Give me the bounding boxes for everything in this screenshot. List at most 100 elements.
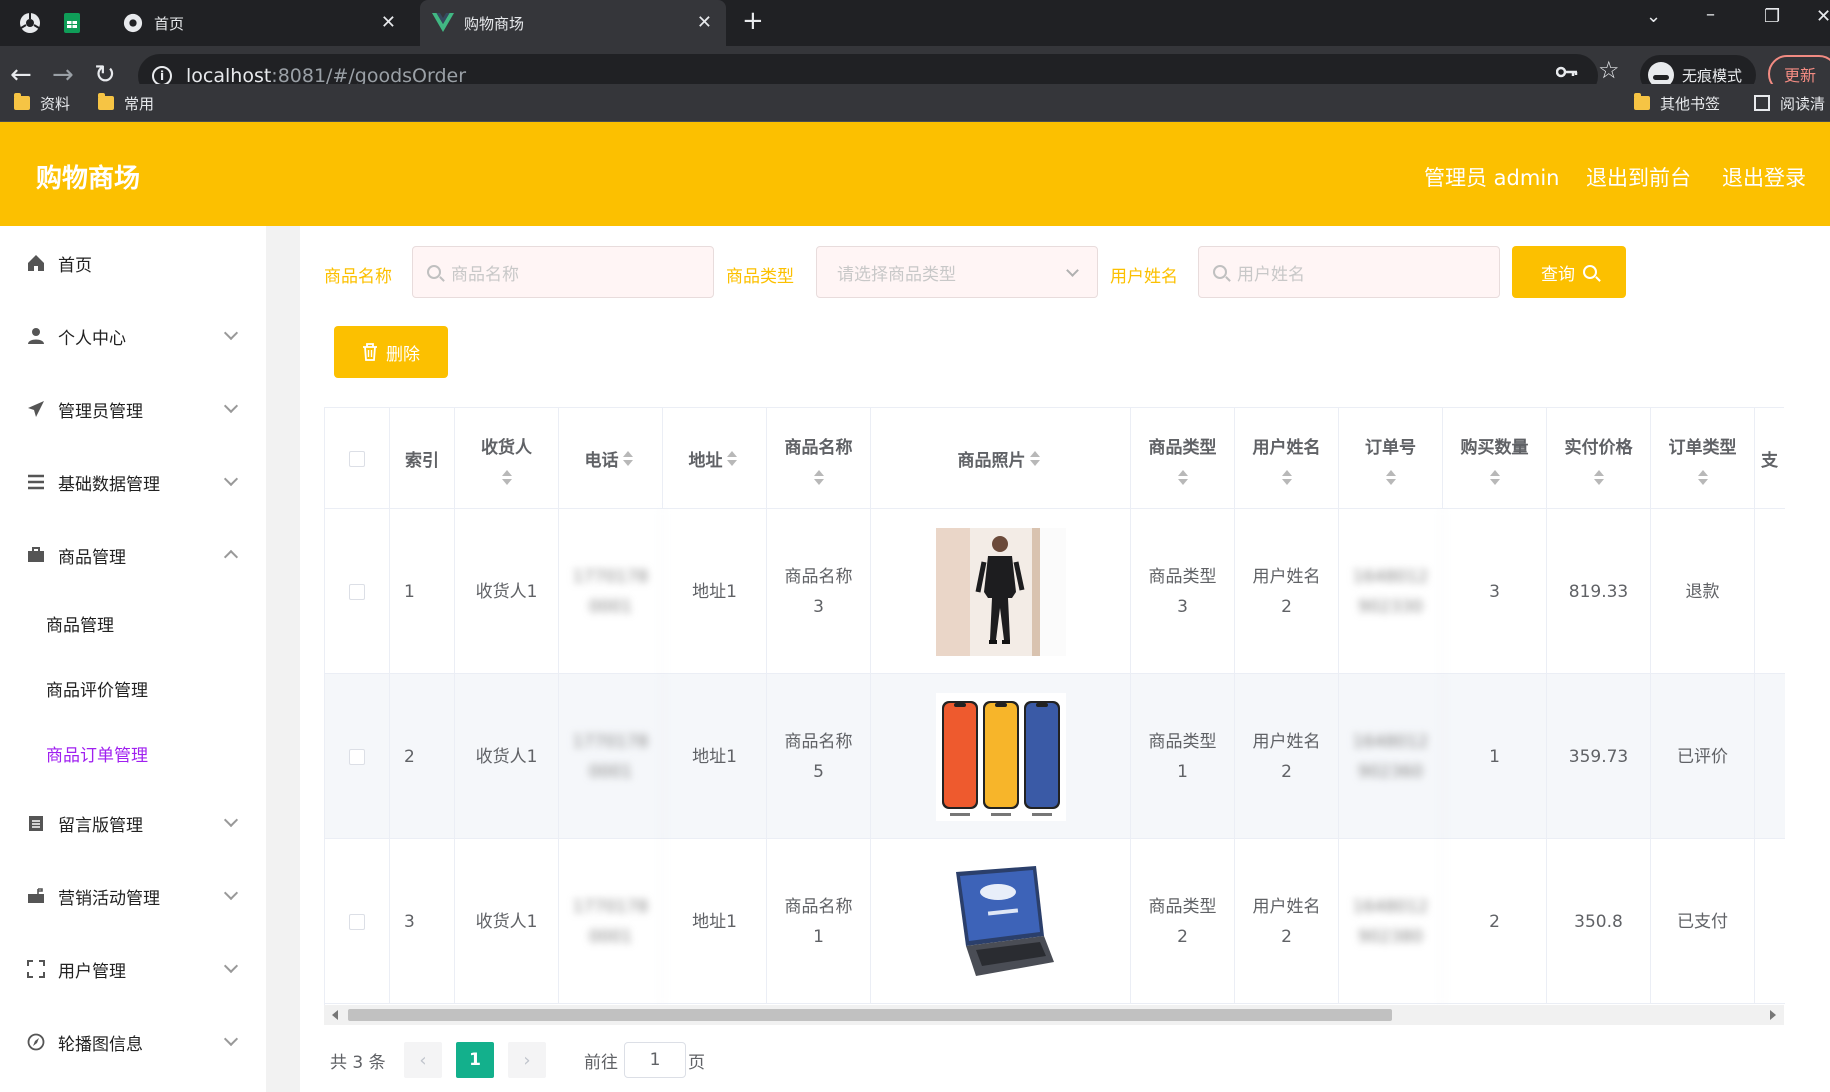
sidebar-sub-goods[interactable]: 商品管理 bbox=[46, 611, 114, 636]
header-address[interactable]: 地址 bbox=[663, 408, 767, 509]
header-label: 地址 bbox=[688, 451, 723, 471]
header-index: 索引 bbox=[390, 408, 455, 509]
goods-type-label: 商品类型 bbox=[726, 267, 794, 287]
sidebar-item-admins[interactable]: 管理员管理 bbox=[0, 389, 266, 429]
query-button[interactable]: 查询 bbox=[1512, 246, 1626, 298]
table-row[interactable]: 3 收货人1 1770178 0001 地址1 商品名称 1 商品类型 2 用户姓名 2… bbox=[325, 839, 1785, 1004]
trash-icon bbox=[363, 343, 377, 361]
pinned-tab-sheets[interactable] bbox=[58, 9, 86, 37]
cell-quantity: 2 bbox=[1443, 839, 1547, 1004]
select-all-checkbox[interactable] bbox=[349, 450, 365, 467]
sidebar-item-messages[interactable]: 留言版管理 bbox=[0, 803, 266, 843]
logout-link[interactable]: 退出登录 bbox=[1722, 162, 1806, 192]
chevron-down-icon bbox=[223, 1031, 239, 1047]
bookmark-folder-other[interactable]: 其他书签 bbox=[1634, 88, 1720, 118]
sort-icon[interactable] bbox=[813, 469, 824, 485]
user-name-input[interactable]: 用户姓名 bbox=[1198, 246, 1500, 298]
page-number-current[interactable]: 1 bbox=[456, 1042, 494, 1078]
sort-icon[interactable] bbox=[1697, 469, 1708, 485]
bookmark-folder[interactable]: 常用 bbox=[98, 88, 154, 118]
close-window-icon[interactable]: ✕ bbox=[1816, 6, 1830, 27]
exit-to-front-link[interactable]: 退出到前台 bbox=[1586, 162, 1691, 192]
row-checkbox[interactable] bbox=[349, 748, 365, 765]
sort-icon[interactable] bbox=[1489, 469, 1500, 485]
new-tab-icon[interactable]: + bbox=[742, 6, 764, 36]
pinned-tab-chrome[interactable] bbox=[16, 9, 44, 37]
sidebar-item-goods[interactable]: 商品管理 bbox=[0, 535, 266, 575]
sidebar-item-basedata[interactable]: 基础数据管理 bbox=[0, 462, 266, 502]
sort-icon[interactable] bbox=[1177, 469, 1188, 485]
cell-order-type: 已评价 bbox=[1651, 674, 1755, 839]
header-phone[interactable]: 电话 bbox=[559, 408, 663, 509]
header-order-no[interactable]: 订单号 bbox=[1339, 408, 1443, 509]
phones-photo bbox=[935, 692, 1066, 821]
sidebar-sub-reviews[interactable]: 商品评价管理 bbox=[46, 676, 148, 701]
row-checkbox[interactable] bbox=[349, 583, 365, 600]
close-icon[interactable]: ✕ bbox=[381, 12, 396, 33]
info-icon[interactable]: i bbox=[152, 66, 172, 86]
star-icon[interactable]: ☆ bbox=[1598, 56, 1620, 84]
sidebar-item-personal[interactable]: 个人中心 bbox=[0, 316, 266, 356]
cell-index: 2 bbox=[390, 674, 455, 839]
sort-icon[interactable] bbox=[1281, 469, 1292, 485]
sidebar-item-carousel[interactable]: 轮播图信息 bbox=[0, 1022, 266, 1062]
user-name-text: 用户姓名 bbox=[1252, 566, 1321, 587]
suit-photo bbox=[935, 527, 1066, 656]
sort-icon[interactable] bbox=[1593, 469, 1604, 485]
goto-page-input[interactable]: 1 bbox=[624, 1042, 686, 1078]
table-row[interactable]: 2 收货人1 1770178 0001 地址1 商品名称 5 商品类型 1 用户… bbox=[325, 674, 1785, 839]
bookmark-folder[interactable]: 资料 bbox=[14, 88, 70, 118]
sidebar-sub-orders[interactable]: 商品订单管理 bbox=[46, 741, 148, 766]
header-goods-name[interactable]: 商品名称 bbox=[767, 408, 871, 509]
header-goods-type[interactable]: 商品类型 bbox=[1131, 408, 1235, 509]
next-page-button[interactable]: › bbox=[508, 1042, 546, 1078]
sort-icon[interactable] bbox=[622, 451, 633, 466]
close-icon[interactable]: ✕ bbox=[697, 12, 712, 33]
mailbox-icon bbox=[26, 886, 46, 906]
header-label: 订单类型 bbox=[1668, 437, 1737, 458]
goods-name-label: 商品名称 bbox=[324, 267, 392, 287]
folder-icon bbox=[98, 93, 114, 110]
header-price[interactable]: 实付价格 bbox=[1547, 408, 1651, 509]
tab-home[interactable]: 首页 ✕ bbox=[110, 0, 410, 46]
scroll-left-icon[interactable] bbox=[332, 1010, 338, 1020]
key-icon[interactable] bbox=[1555, 60, 1578, 84]
header-label: 商品类型 bbox=[1148, 437, 1217, 458]
reading-list[interactable]: 阅读清 bbox=[1754, 88, 1825, 118]
sidebar-item-users[interactable]: 用户管理 bbox=[0, 949, 266, 989]
horizontal-scrollbar[interactable] bbox=[324, 1005, 1784, 1025]
sort-icon[interactable] bbox=[726, 451, 737, 466]
search-icon bbox=[427, 265, 441, 279]
goods-type-select[interactable]: 请选择商品类型 bbox=[816, 246, 1098, 298]
header-receiver[interactable]: 收货人 bbox=[455, 408, 559, 509]
row-checkbox[interactable] bbox=[349, 913, 365, 930]
cell-phone: 1770178 0001 bbox=[559, 839, 663, 1004]
tab-shop[interactable]: 购物商场 ✕ bbox=[420, 0, 726, 46]
minimize-icon[interactable]: – bbox=[1706, 4, 1715, 25]
header-quantity[interactable]: 购买数量 bbox=[1443, 408, 1547, 509]
header-label: 商品名称 bbox=[784, 437, 853, 458]
tab-search-icon[interactable]: ⌄ bbox=[1646, 6, 1661, 27]
sort-icon[interactable] bbox=[501, 469, 512, 485]
header-user-name[interactable]: 用户姓名 bbox=[1235, 408, 1339, 509]
cell-index: 3 bbox=[390, 839, 455, 1004]
prev-page-button[interactable]: ‹ bbox=[404, 1042, 442, 1078]
header-order-type[interactable]: 订单类型 bbox=[1651, 408, 1755, 509]
goods-name-input[interactable]: 商品名称 bbox=[412, 246, 714, 298]
scroll-right-icon[interactable] bbox=[1770, 1010, 1776, 1020]
sort-icon[interactable] bbox=[1029, 451, 1040, 466]
sort-icon[interactable] bbox=[1385, 469, 1396, 485]
cell-order-type: 已支付 bbox=[1651, 839, 1755, 1004]
cell-user-name: 用户姓名 2 bbox=[1235, 839, 1339, 1004]
header-label: 电话 bbox=[584, 451, 619, 471]
sidebar-item-home[interactable]: 首页 bbox=[0, 243, 266, 283]
goods-name-text: 商品名称 bbox=[784, 731, 853, 752]
cell-quantity: 3 bbox=[1443, 509, 1547, 674]
app-header: 购物商场 管理员 admin 退出到前台 退出登录 bbox=[0, 122, 1830, 226]
header-goods-photo[interactable]: 商品照片 bbox=[871, 408, 1131, 509]
restore-icon[interactable]: ❐ bbox=[1764, 6, 1780, 27]
delete-button[interactable]: 删除 bbox=[334, 326, 448, 378]
table-row[interactable]: 1 收货人1 1770178 0001 地址1 商品名称 3 商品类型 3 用户姓名 2… bbox=[325, 509, 1785, 674]
scrollbar-thumb[interactable] bbox=[348, 1009, 1392, 1021]
sidebar-item-marketing[interactable]: 营销活动管理 bbox=[0, 876, 266, 916]
